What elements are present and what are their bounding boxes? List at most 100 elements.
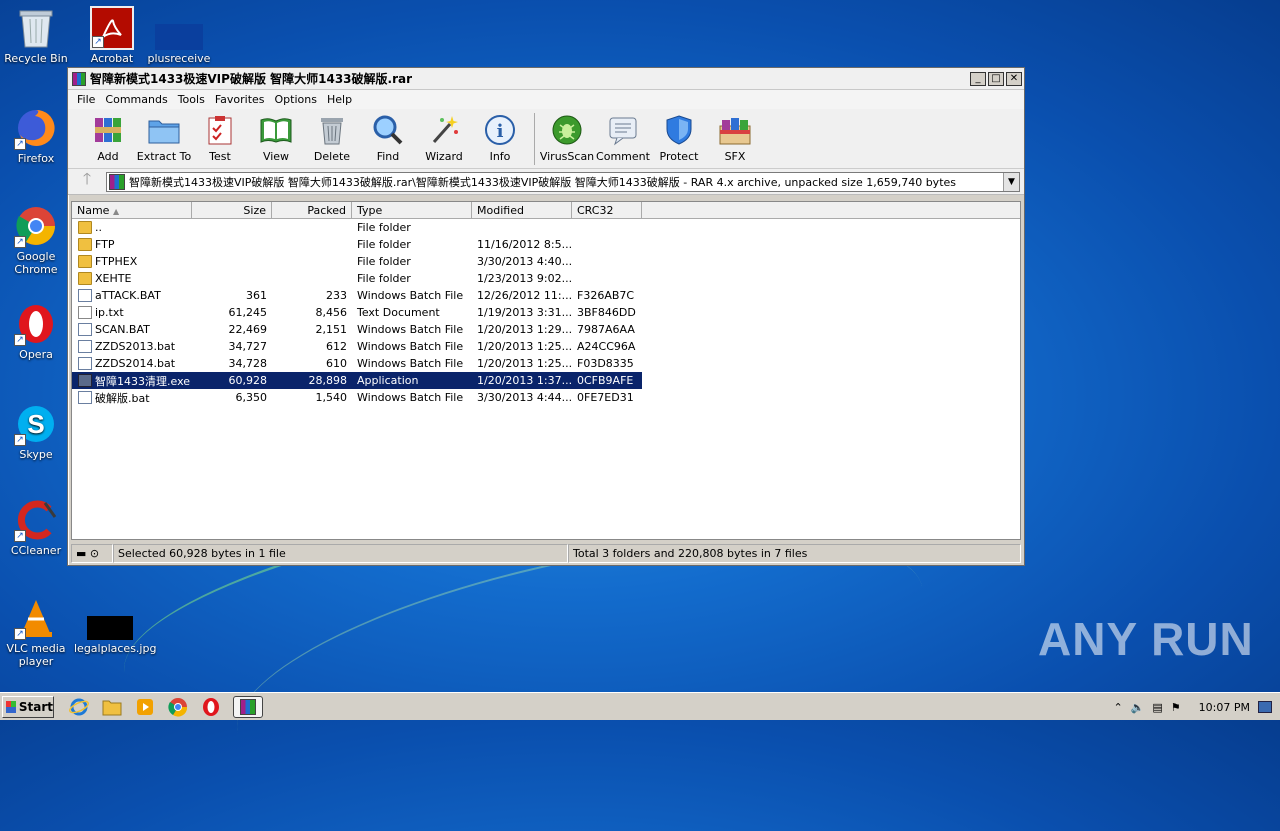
file-row[interactable]: FTP File folder 11/16/2012 8:5... <box>72 236 1020 253</box>
maximize-button[interactable]: □ <box>988 71 1004 86</box>
folder-icon <box>78 272 92 285</box>
desktop-icon-label: Skype <box>19 448 53 461</box>
skype-icon: S ↗ <box>14 402 58 446</box>
file-modified: 1/20/2013 1:37... <box>477 374 572 387</box>
file-row[interactable]: 破解版.bat 6,350 1,540 Windows Batch File 3/30/… <box>72 389 1020 406</box>
file-name: ZZDS2013.bat <box>72 340 192 353</box>
file-modified: 1/23/2013 9:02... <box>477 272 572 285</box>
file-name: FTP <box>72 238 192 251</box>
clock[interactable]: 10:07 PM <box>1199 701 1250 714</box>
menu-tools[interactable]: Tools <box>173 93 210 106</box>
test-button[interactable]: Test <box>192 113 248 163</box>
file-modified: 1/20/2013 1:25... <box>477 340 572 353</box>
anyrun-watermark: ANY RUN <box>1038 612 1254 666</box>
add-button[interactable]: Add <box>80 113 136 163</box>
file-row[interactable]: XEHTE File folder 1/23/2013 9:02... <box>72 270 1020 287</box>
file-name: aTTACK.BAT <box>72 289 192 302</box>
desktop-icon-legalplaces[interactable]: legalplaces.jpg <box>74 596 156 655</box>
desktop-icon-chrome[interactable]: ↗ Google Chrome <box>0 204 72 276</box>
test-icon <box>203 113 237 147</box>
explorer-icon[interactable] <box>101 696 123 718</box>
desktop-icon-plusreceive[interactable]: plusreceive <box>143 6 215 65</box>
desktop-icon-opera[interactable]: ↗ Opera <box>0 302 72 361</box>
menu-help[interactable]: Help <box>322 93 357 106</box>
show-desktop-icon[interactable] <box>1258 701 1272 713</box>
title-bar[interactable]: 智障新模式1433极速VIP破解版 智障大师1433破解版.rar _ □ ✕ <box>68 68 1024 90</box>
flag-icon[interactable]: ⚑ <box>1171 701 1181 714</box>
folder-icon <box>78 221 92 234</box>
column-crc32[interactable]: CRC32 <box>572 202 642 218</box>
internet-explorer-icon[interactable] <box>68 696 90 718</box>
up-one-level-button[interactable]: 🡑 <box>68 168 106 195</box>
file-row[interactable]: SCAN.BAT 22,469 2,151 Windows Batch File 1/2… <box>72 321 1020 338</box>
file-row[interactable]: 智障1433清理.exe 60,928 28,898 Application 1/20/… <box>72 372 642 389</box>
opera-taskbar-icon[interactable] <box>200 696 222 718</box>
start-label: Start <box>18 699 53 714</box>
comment-button[interactable]: Comment <box>595 113 651 163</box>
chrome-taskbar-icon[interactable] <box>167 696 189 718</box>
extract-to-label: Extract To <box>136 150 192 163</box>
column-name[interactable]: Name ▲ <box>72 202 192 218</box>
close-button[interactable]: ✕ <box>1006 71 1022 86</box>
column-modified[interactable]: Modified <box>472 202 572 218</box>
column-packed[interactable]: Packed <box>272 202 352 218</box>
file-rows: .. File folder FTP File folder 11/16/2012 8:… <box>72 219 1020 406</box>
file-crc: A24CC96A <box>577 340 636 353</box>
shortcut-arrow-icon: ↗ <box>14 138 26 150</box>
file-row[interactable]: aTTACK.BAT 361 233 Windows Batch File 12/26/… <box>72 287 1020 304</box>
show-hidden-icons-icon[interactable]: ⌃ <box>1113 701 1122 714</box>
file-name: .. <box>72 221 192 234</box>
delete-button[interactable]: Delete <box>304 113 360 163</box>
extract-to-button[interactable]: Extract To <box>136 113 192 163</box>
info-label: Info <box>489 150 511 163</box>
desktop-icon-ccleaner[interactable]: ↗ CCleaner <box>0 498 72 557</box>
folder-icon <box>78 238 92 251</box>
desktop-icon-label: Acrobat <box>90 52 134 65</box>
svg-text:i: i <box>497 121 504 142</box>
file-type: File folder <box>357 272 411 285</box>
desktop-icon-recycle-bin[interactable]: Recycle Bin <box>0 6 72 65</box>
path-field[interactable]: 智障新模式1433极速VIP破解版 智障大师1433破解版.rar\智障新模式1… <box>106 171 1020 192</box>
desktop-icon-firefox[interactable]: ↗ Firefox <box>0 106 72 165</box>
file-row[interactable]: ip.txt 61,245 8,456 Text Document 1/19/2013 … <box>72 304 1020 321</box>
file-type: File folder <box>357 255 411 268</box>
chevron-down-icon[interactable]: ▼ <box>1003 172 1019 191</box>
wizard-button[interactable]: Wizard <box>416 113 472 163</box>
drive-icon: ▬ ⊙ <box>71 544 113 563</box>
column-size[interactable]: Size <box>192 202 272 218</box>
file-list-header: Name ▲ Size Packed Type Modified CRC32 <box>72 202 1020 219</box>
menu-favorites[interactable]: Favorites <box>210 93 270 106</box>
start-button[interactable]: Start <box>2 695 54 718</box>
file-packed: 28,898 <box>308 374 348 387</box>
column-name-label: Name <box>77 204 110 217</box>
file-row[interactable]: FTPHEX File folder 3/30/2013 4:40... <box>72 253 1020 270</box>
menu-file[interactable]: File <box>72 93 100 106</box>
volume-icon[interactable]: 🔈 <box>1131 701 1145 714</box>
desktop-icon-label: Firefox <box>17 152 55 165</box>
desktop-icon-vlc[interactable]: ↗ VLC media player <box>0 596 72 668</box>
info-button[interactable]: i Info <box>472 113 528 163</box>
minimize-button[interactable]: _ <box>970 71 986 86</box>
system-tray: ⌃ 🔈 ▤ ⚑ 10:07 PM <box>1113 695 1280 719</box>
protect-button[interactable]: Protect <box>651 113 707 163</box>
sfx-button[interactable]: SFX <box>707 113 763 163</box>
desktop-icon-acrobat[interactable]: ↗ Acrobat <box>76 6 148 65</box>
column-type[interactable]: Type <box>352 202 472 218</box>
media-player-icon[interactable] <box>134 696 156 718</box>
menu-commands[interactable]: Commands <box>100 93 172 106</box>
wizard-icon <box>427 113 461 147</box>
view-button[interactable]: View <box>248 113 304 163</box>
find-button[interactable]: Find <box>360 113 416 163</box>
winrar-taskbar-button[interactable] <box>233 695 263 718</box>
file-row[interactable]: .. File folder <box>72 219 1020 236</box>
file-row[interactable]: ZZDS2013.bat 34,727 612 Windows Batch File 1… <box>72 338 1020 355</box>
virusscan-button[interactable]: VirusScan <box>539 113 595 163</box>
desktop-icon-skype[interactable]: S ↗ Skype <box>0 402 72 461</box>
menu-options[interactable]: Options <box>270 93 322 106</box>
file-packed: 8,456 <box>315 306 348 319</box>
file-type: Application <box>357 374 419 387</box>
network-icon[interactable]: ▤ <box>1152 701 1162 714</box>
menu-bar: File Commands Tools Favorites Options He… <box>68 90 1024 109</box>
batch-file-icon <box>78 391 92 404</box>
file-row[interactable]: ZZDS2014.bat 34,728 610 Windows Batch File 1… <box>72 355 1020 372</box>
